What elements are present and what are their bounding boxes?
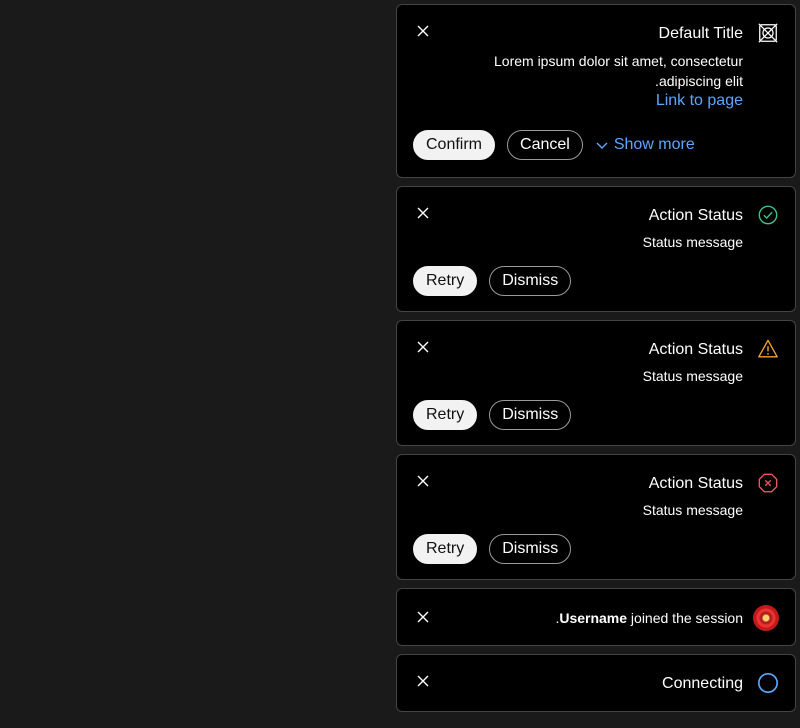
retry-button[interactable]: Retry [413,400,478,430]
join-toast: .Username joined the session [396,588,796,646]
toast-message: Status message [642,234,743,250]
confirm-button[interactable]: Confirm [413,130,496,160]
close-icon[interactable] [415,339,431,355]
connecting-toast: Connecting [396,654,796,712]
close-icon[interactable] [415,23,431,39]
retry-button[interactable]: Retry [413,534,478,564]
toast-actions: Retry Dismiss [413,400,572,430]
spinner-icon [758,673,778,693]
warning-triangle-icon [758,339,778,358]
avatar [753,605,779,631]
error-toast: Action Status Status message Retry Dismi… [396,454,796,580]
toast-message: Status message [642,502,743,518]
join-text: joined the session [630,610,743,626]
default-toast: Default Title Lorem ipsum dolor sit amet… [396,4,796,178]
retry-button[interactable]: Retry [413,266,478,296]
cancel-button[interactable]: Cancel [507,130,583,160]
show-more-label: Show more [613,136,695,153]
toast-actions: Confirm Cancel Show more [413,130,695,160]
warning-toast: Action Status Status message Retry Dismi… [396,320,796,446]
show-more-button[interactable]: Show more [595,136,695,154]
close-icon[interactable] [415,473,431,489]
success-toast: Action Status Status message Retry Dismi… [396,186,796,312]
error-octagon-icon [758,473,778,493]
toast-title: Connecting [662,675,743,692]
close-icon[interactable] [415,609,431,625]
join-message: .Username joined the session [555,608,743,628]
chevron-down-icon [596,142,608,149]
toast-title: Action Status [648,341,743,358]
dismiss-button[interactable]: Dismiss [489,534,572,564]
broken-image-icon [758,23,778,43]
toast-title: Default Title [658,25,743,42]
username: Username [559,610,628,626]
link-to-page[interactable]: Link to page [656,91,743,111]
toast-stack: Default Title Lorem ipsum dolor sit amet… [396,4,796,720]
toast-message: Status message [642,368,743,384]
toast-title: Action Status [648,207,743,224]
toast-actions: Retry Dismiss [413,534,572,564]
close-icon[interactable] [415,205,431,221]
toast-message: Lorem ipsum dolor sit amet, consectetur … [494,53,743,89]
toast-actions: Retry Dismiss [413,266,572,296]
dismiss-button[interactable]: Dismiss [489,266,572,296]
dismiss-button[interactable]: Dismiss [489,400,572,430]
check-circle-icon [758,205,778,225]
close-icon[interactable] [415,673,431,689]
toast-title: Action Status [648,475,743,492]
